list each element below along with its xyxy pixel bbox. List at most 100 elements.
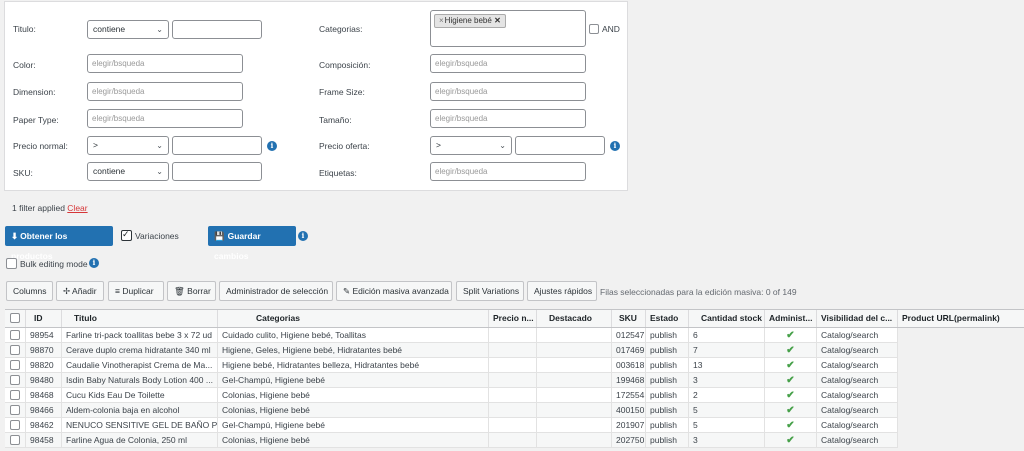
titulo-operator-select[interactable]: contiene ⌄ <box>87 20 169 39</box>
sku-input[interactable] <box>172 162 262 181</box>
cell-titulo[interactable]: Caudalie Vinotherapist Crema de Ma... <box>62 358 218 373</box>
cell-destacado[interactable] <box>537 403 612 418</box>
cell-titulo[interactable]: Isdin Baby Naturals Body Lotion 400 ... <box>62 373 218 388</box>
cell-cantidad[interactable]: 13 <box>689 358 765 373</box>
tag-close-icon[interactable]: ✕ <box>494 16 501 25</box>
cell-categorias[interactable]: Higiene bebé, Hidratantes belleza, Hidra… <box>218 358 489 373</box>
col-administ[interactable]: Administ... <box>765 310 817 327</box>
checkmark-icon[interactable]: ✔ <box>765 403 817 418</box>
cell-visibilidad[interactable]: Catalog/search <box>817 328 898 343</box>
table-row[interactable]: 98820 Caudalie Vinotherapist Crema de Ma… <box>5 358 898 373</box>
bulk-mode-checkbox[interactable] <box>6 258 17 269</box>
cell-visibilidad[interactable]: Catalog/search <box>817 433 898 448</box>
cell-cantidad[interactable]: 3 <box>689 373 765 388</box>
select-all-checkbox[interactable] <box>10 313 20 323</box>
cell-categorias[interactable]: Gel-Champú, Higiene bebé <box>218 418 489 433</box>
col-precio[interactable]: Precio n... <box>489 310 537 327</box>
tamano-input[interactable]: elegir/bsqueda <box>430 109 586 128</box>
split-variations-button[interactable]: Split Variations <box>456 281 524 301</box>
row-checkbox[interactable] <box>10 375 20 385</box>
delete-button[interactable]: 🗑 Borrar <box>167 281 216 301</box>
cell-sku[interactable]: 199468 <box>612 373 646 388</box>
cell-destacado[interactable] <box>537 388 612 403</box>
and-checkbox[interactable] <box>589 24 599 34</box>
table-row[interactable]: 98480 Isdin Baby Naturals Body Lotion 40… <box>5 373 898 388</box>
cell-estado[interactable]: publish <box>646 433 689 448</box>
cell-precio[interactable] <box>489 433 537 448</box>
guardar-info-icon[interactable]: i <box>298 231 308 241</box>
checkmark-icon[interactable]: ✔ <box>765 418 817 433</box>
cell-visibilidad[interactable]: Catalog/search <box>817 358 898 373</box>
checkmark-icon[interactable]: ✔ <box>765 373 817 388</box>
cell-precio[interactable] <box>489 403 537 418</box>
selection-manager-button[interactable]: Administrador de selección <box>219 281 333 301</box>
cell-estado[interactable]: publish <box>646 373 689 388</box>
table-row[interactable]: 98870 Cerave duplo crema hidratante 340 … <box>5 343 898 358</box>
checkmark-icon[interactable]: ✔ <box>765 343 817 358</box>
col-destacado[interactable]: Destacado <box>537 310 612 327</box>
cell-titulo[interactable]: Farline Agua de Colonia, 250 ml <box>62 433 218 448</box>
cell-sku[interactable]: 003618 <box>612 358 646 373</box>
col-permalink[interactable]: Product URL(permalink) <box>898 310 1024 327</box>
cell-destacado[interactable] <box>537 328 612 343</box>
row-checkbox[interactable] <box>10 390 20 400</box>
precio-oferta-operator-select[interactable]: > ⌄ <box>430 136 512 155</box>
cell-destacado[interactable] <box>537 373 612 388</box>
dimension-input[interactable]: elegir/bsqueda <box>87 82 243 101</box>
color-input[interactable]: elegir/bsqueda <box>87 54 243 73</box>
cell-titulo[interactable]: Farline tri-pack toallitas bebe 3 x 72 u… <box>62 328 218 343</box>
variaciones-checkbox[interactable]: ✓ <box>121 229 132 241</box>
row-checkbox[interactable] <box>10 330 20 340</box>
quick-settings-button[interactable]: Ajustes rápidos <box>527 281 597 301</box>
cell-cantidad[interactable]: 2 <box>689 388 765 403</box>
add-button[interactable]: ✢ Añadir <box>56 281 104 301</box>
col-cantidad[interactable]: Cantidad stock <box>689 310 765 327</box>
row-checkbox[interactable] <box>10 420 20 430</box>
col-visibilidad[interactable]: Visibilidad del c... <box>817 310 898 327</box>
cell-estado[interactable]: publish <box>646 418 689 433</box>
cell-cantidad[interactable]: 5 <box>689 418 765 433</box>
table-row[interactable]: 98954 Farline tri-pack toallitas bebe 3 … <box>5 328 898 343</box>
cell-cantidad[interactable]: 3 <box>689 433 765 448</box>
cell-visibilidad[interactable]: Catalog/search <box>817 373 898 388</box>
composicion-input[interactable]: elegir/bsqueda <box>430 54 586 73</box>
cell-categorias[interactable]: Gel-Champú, Higiene bebé <box>218 373 489 388</box>
row-checkbox[interactable] <box>10 405 20 415</box>
columns-button[interactable]: Columns <box>6 281 53 301</box>
row-checkbox[interactable] <box>10 435 20 445</box>
checkmark-icon[interactable]: ✔ <box>765 328 817 343</box>
table-row[interactable]: 98458 Farline Agua de Colonia, 250 ml Co… <box>5 433 898 448</box>
table-row[interactable]: 98466 Aldem-colonia baja en alcohol Colo… <box>5 403 898 418</box>
cell-sku[interactable]: 012547 <box>612 328 646 343</box>
cell-visibilidad[interactable]: Catalog/search <box>817 388 898 403</box>
cell-visibilidad[interactable]: Catalog/search <box>817 403 898 418</box>
sku-operator-select[interactable]: contiene ⌄ <box>87 162 169 181</box>
categorias-tag-input[interactable]: ×Higiene bebé ✕ <box>430 10 586 47</box>
col-id[interactable]: ID <box>26 310 62 327</box>
cell-categorias[interactable]: Colonias, Higiene bebé <box>218 403 489 418</box>
row-checkbox[interactable] <box>10 345 20 355</box>
cell-visibilidad[interactable]: Catalog/search <box>817 343 898 358</box>
cell-sku[interactable]: 017469 <box>612 343 646 358</box>
cell-precio[interactable] <box>489 328 537 343</box>
bulk-edit-button[interactable]: ✎ Edición masiva avanzada <box>336 281 452 301</box>
clear-filters-link[interactable]: Clear <box>67 203 87 213</box>
cell-titulo[interactable]: Cucu Kids Eau De Toilette <box>62 388 218 403</box>
cell-categorias[interactable]: Colonias, Higiene bebé <box>218 433 489 448</box>
frame-size-input[interactable]: elegir/bsqueda <box>430 82 586 101</box>
cell-categorias[interactable]: Colonias, Higiene bebé <box>218 388 489 403</box>
cell-titulo[interactable]: Cerave duplo crema hidratante 340 ml <box>62 343 218 358</box>
cell-estado[interactable]: publish <box>646 343 689 358</box>
cell-estado[interactable]: publish <box>646 358 689 373</box>
cell-sku[interactable]: 201907 <box>612 418 646 433</box>
col-categorias[interactable]: Categorias <box>218 310 489 327</box>
cell-sku[interactable]: 400150 <box>612 403 646 418</box>
cell-cantidad[interactable]: 7 <box>689 343 765 358</box>
table-row[interactable]: 98468 Cucu Kids Eau De Toilette Colonias… <box>5 388 898 403</box>
titulo-input[interactable] <box>172 20 262 39</box>
cell-categorias[interactable]: Higiene, Geles, Higiene bebé, Hidratante… <box>218 343 489 358</box>
cell-destacado[interactable] <box>537 433 612 448</box>
cell-estado[interactable]: publish <box>646 328 689 343</box>
col-estado[interactable]: Estado <box>646 310 689 327</box>
cell-visibilidad[interactable]: Catalog/search <box>817 418 898 433</box>
